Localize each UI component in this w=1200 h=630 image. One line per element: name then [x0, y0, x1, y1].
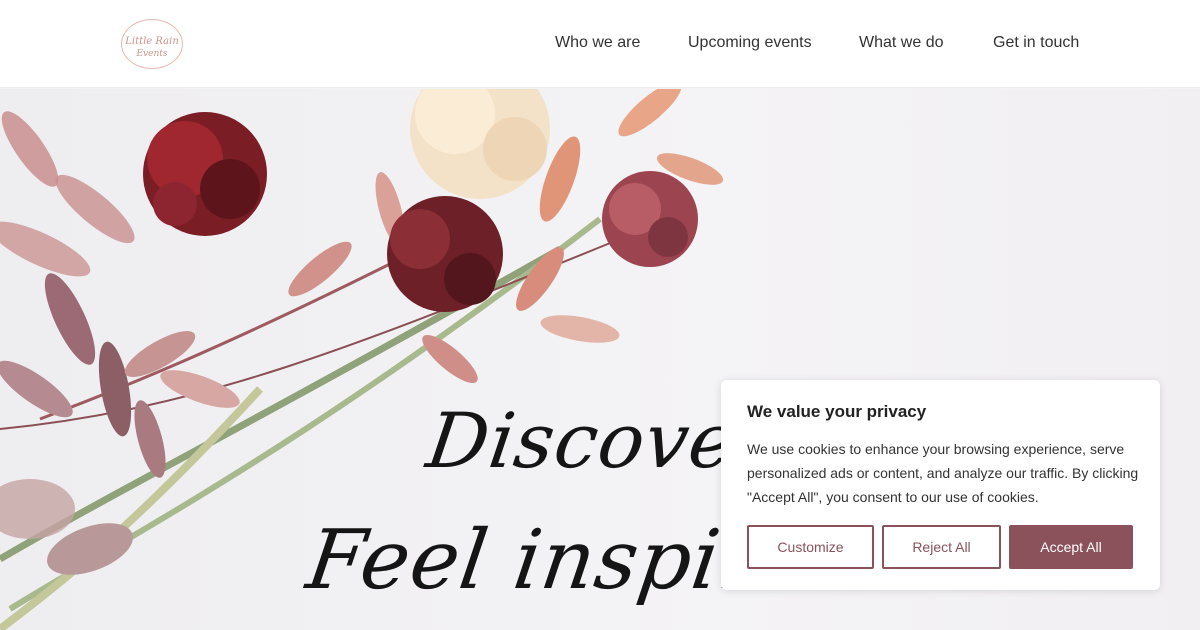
- logo-line-2: Events: [136, 49, 168, 59]
- red-carnation-flower: [143, 112, 267, 236]
- cookie-banner-title: We value your privacy: [747, 402, 927, 421]
- nav-what-we-do[interactable]: What we do: [859, 34, 943, 56]
- eucalyptus-leaves: [0, 89, 724, 575]
- burgundy-carnation-flower: [387, 196, 503, 312]
- nav-who-we-are[interactable]: Who we are: [555, 34, 640, 56]
- reject-all-button[interactable]: Reject All: [882, 525, 1001, 569]
- rose-carnation-flower: [602, 171, 698, 267]
- site-header: Little Rain Events Who we are Upcoming e…: [0, 0, 1200, 88]
- cookie-banner-text: We use cookies to enhance your browsing …: [747, 441, 1139, 505]
- nav-get-in-touch[interactable]: Get in touch: [993, 34, 1079, 56]
- cream-carnation-flower: [410, 89, 550, 199]
- logo-line-1: Little Rain: [125, 36, 179, 47]
- accept-all-button[interactable]: Accept All: [1009, 525, 1133, 569]
- cookie-consent-banner: We value your privacy We use cookies to …: [721, 380, 1160, 590]
- brand-logo[interactable]: Little Rain Events: [121, 19, 183, 69]
- customize-button[interactable]: Customize: [747, 525, 874, 569]
- nav-upcoming-events[interactable]: Upcoming events: [688, 34, 812, 56]
